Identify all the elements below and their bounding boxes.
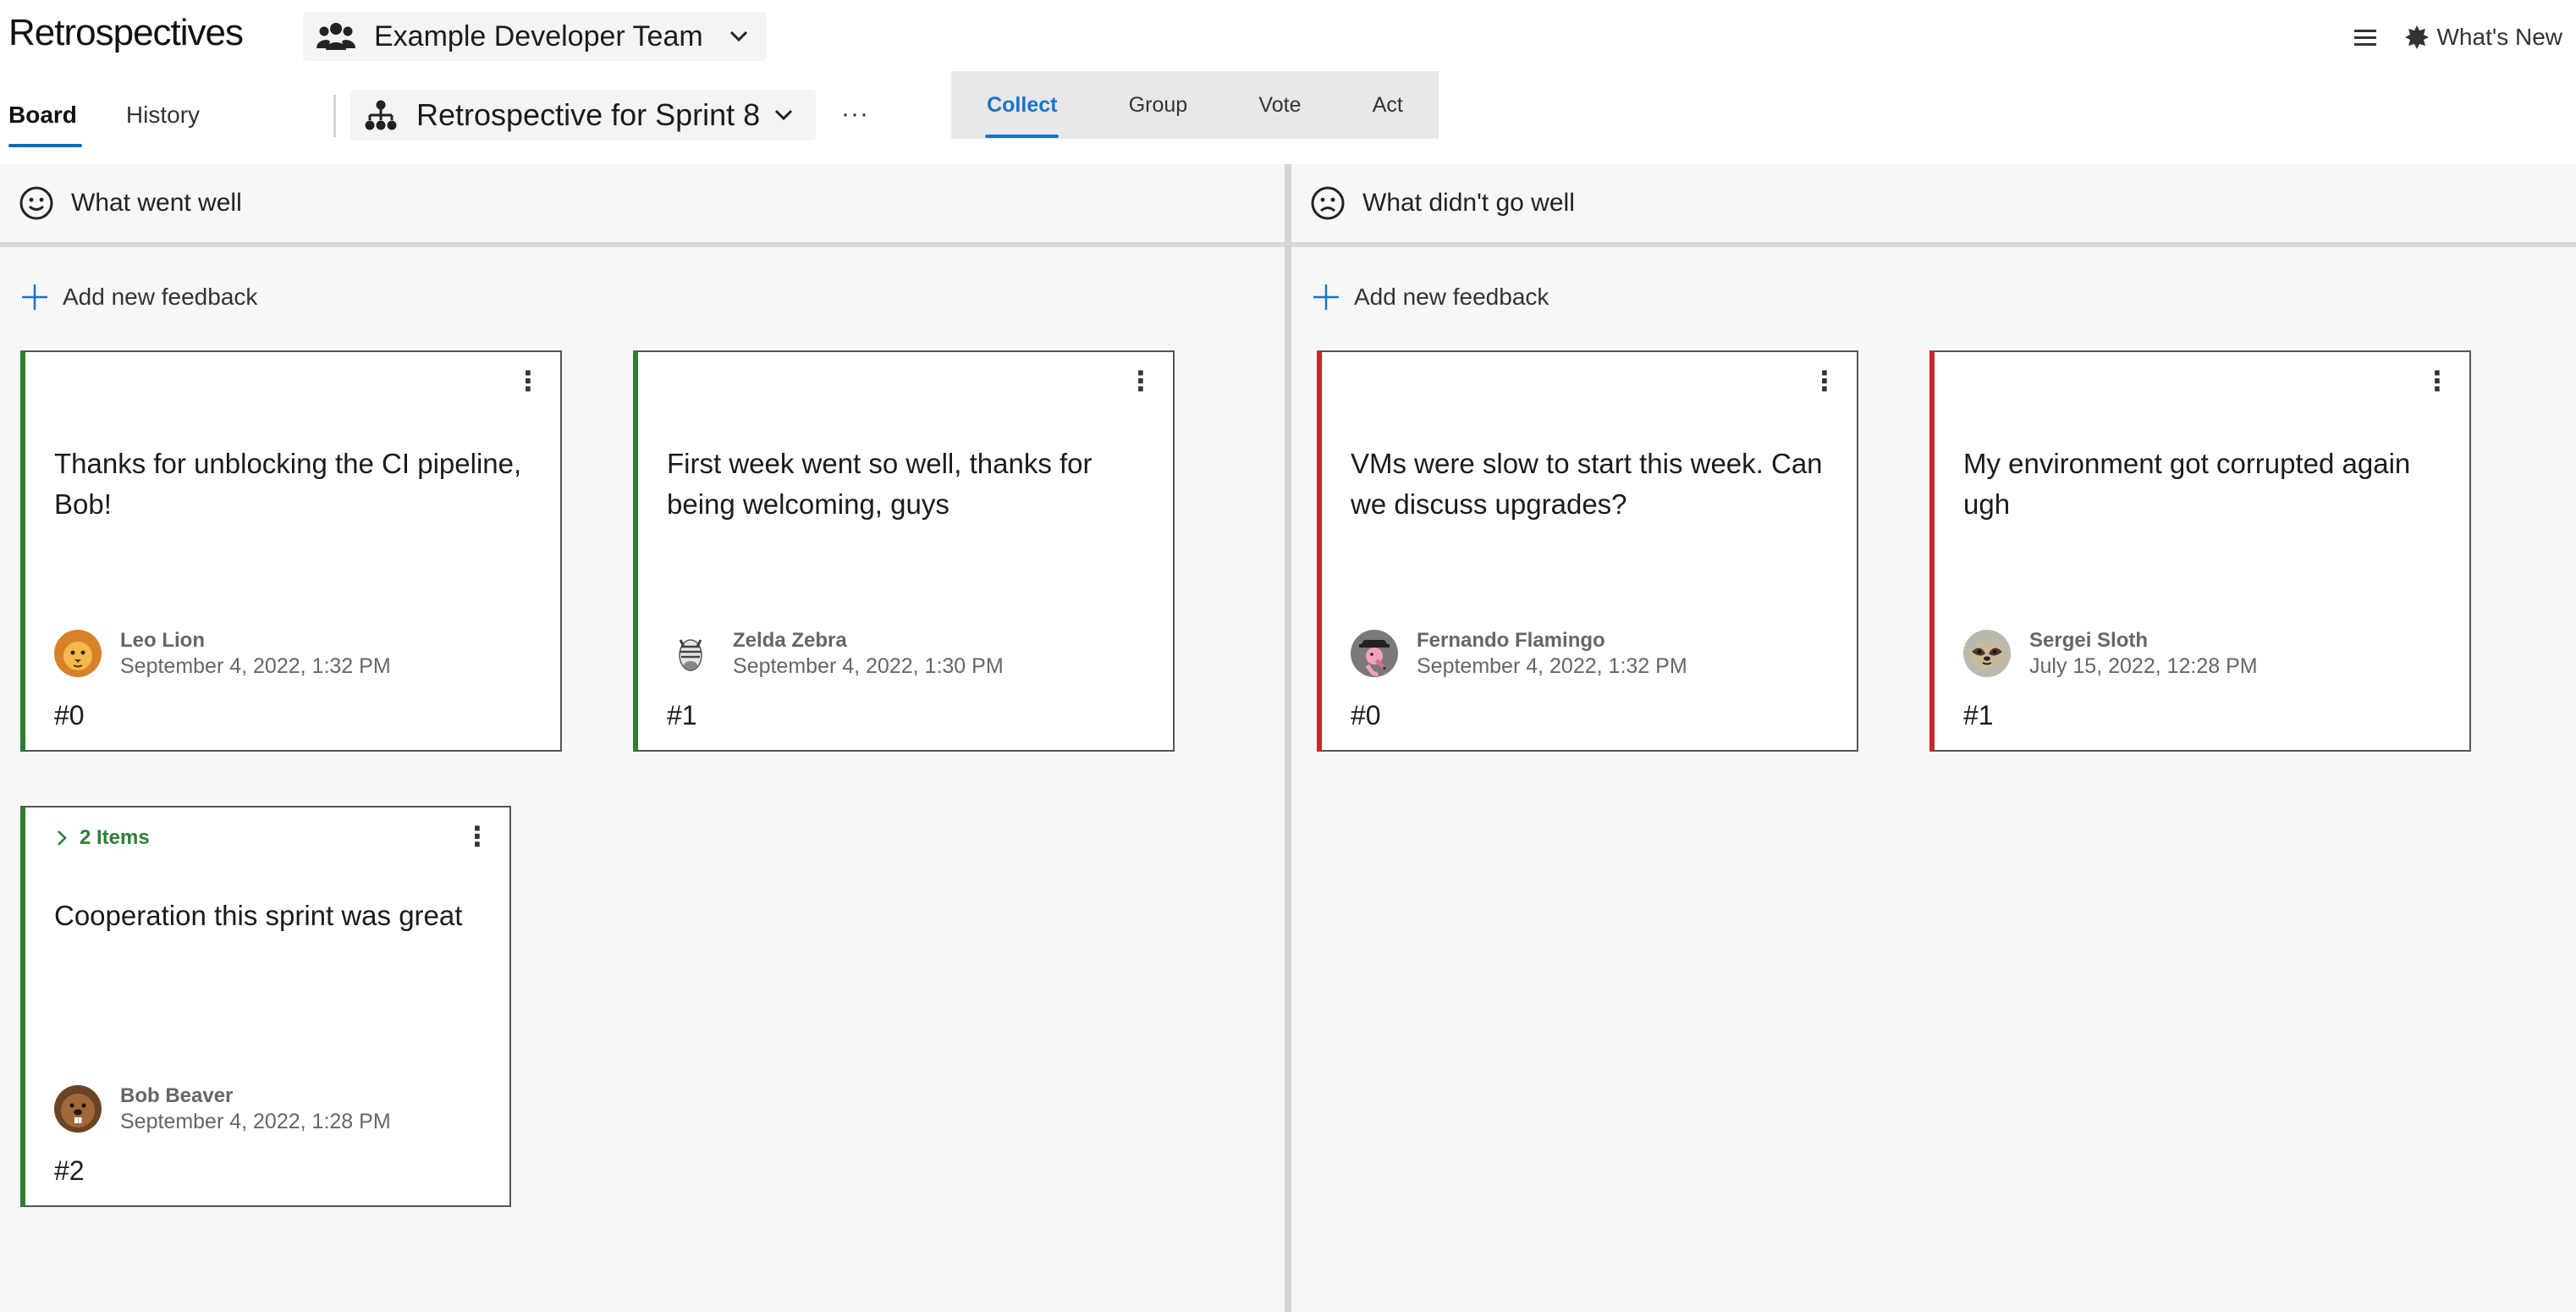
card-number: #2 [54,1155,85,1186]
author-name: Fernando Flamingo [1417,628,1605,652]
card-menu-icon[interactable]: ⋮ [1811,367,1838,394]
feedback-card[interactable]: ⋮ VMs were slow to start this week. Can … [1317,350,1858,752]
card-author: Fernando Flamingo September 4, 2022, 1:3… [1349,628,1687,679]
card-text: My environment got corrupted again ugh [1963,448,2411,520]
feedback-card[interactable]: ⋮ First week went so well, thanks for be… [633,350,1175,752]
sloth-avatar [1962,628,2012,679]
starburst-icon [2404,25,2429,49]
more-options-button[interactable]: ··· [841,100,869,129]
lion-avatar [52,628,103,679]
whats-new-label: What's New [2436,24,2563,50]
tab-history[interactable]: History [126,102,200,147]
card-number: #1 [667,700,697,730]
column-title: What didn't go well [1362,189,1575,217]
hamburger-menu-icon[interactable] [2353,28,2376,47]
tab-group[interactable]: Group [1129,73,1187,138]
chevron-down-icon [775,109,793,121]
phase-tabs: Collect Group Vote Act [951,71,1439,139]
add-feedback-label: Add new feedback [1354,284,1549,310]
card-author: Bob Beaver September 4, 2022, 1:28 PM [52,1083,391,1134]
column-header: What went well [0,164,1285,247]
whats-new-button[interactable]: What's New [2404,24,2563,51]
card-text: Thanks for unblocking the CI pipeline, B… [54,448,522,520]
chevron-down-icon [729,30,747,42]
retrospective-board: What went well Add new feedback ⋮ Thanks… [0,164,2576,1312]
author-name: Zelda Zebra [733,628,847,652]
add-feedback-button[interactable]: Add new feedback [1312,283,1549,311]
group-count: 2 Items [80,826,150,849]
group-expand-toggle[interactable]: 2 Items [56,826,150,850]
author-name: Leo Lion [120,628,205,652]
team-name: Example Developer Team [374,19,703,52]
column-header: What didn't go well [1291,164,2576,247]
board-selector[interactable]: Retrospective for Sprint 8 [350,90,816,141]
card-author: Zelda Zebra September 4, 2022, 1:30 PM [665,628,1004,679]
tab-board[interactable]: Board [8,102,82,147]
card-menu-icon[interactable]: ⋮ [2424,367,2451,394]
feedback-card[interactable]: ⋮ Thanks for unblocking the CI pipeline,… [20,350,562,752]
board-name: Retrospective for Sprint 8 [416,97,761,132]
frown-icon [1311,186,1345,220]
author-name: Bob Beaver [120,1083,234,1107]
header-actions: What's New [2353,24,2563,51]
feedback-card[interactable]: 2 Items ⋮ Cooperation this sprint was gr… [20,806,511,1207]
card-menu-icon[interactable]: ⋮ [1127,367,1154,394]
tab-vote[interactable]: Vote [1258,73,1301,138]
column-divider [1285,164,1291,1312]
add-feedback-label: Add new feedback [63,284,258,310]
card-text: First week went so well, thanks for bein… [667,448,1093,520]
team-icon [316,23,355,50]
card-date: September 4, 2022, 1:32 PM [1417,653,1687,678]
card-text: VMs were slow to start this week. Can we… [1351,448,1823,520]
column-title: What went well [71,189,242,217]
divider [333,95,336,137]
card-date: July 15, 2022, 12:28 PM [2029,653,2258,678]
card-author: Sergei Sloth July 15, 2022, 12:28 PM [1962,628,2258,679]
card-number: #1 [1963,700,1994,730]
feedback-card[interactable]: ⋮ My environment got corrupted again ugh [1929,350,2471,752]
card-author: Leo Lion September 4, 2022, 1:32 PM [52,628,391,679]
smile-icon [19,186,53,220]
tab-act[interactable]: Act [1373,73,1403,138]
card-date: September 4, 2022, 1:30 PM [733,653,1004,678]
zebra-avatar [665,628,716,679]
beaver-avatar [52,1083,103,1134]
view-tabs: Board History [8,102,200,147]
plus-icon [1313,284,1339,310]
card-date: September 4, 2022, 1:32 PM [120,653,391,678]
team-selector[interactable]: Example Developer Team [303,12,767,61]
card-menu-icon[interactable]: ⋮ [464,823,491,850]
card-number: #0 [54,700,85,730]
flamingo-avatar [1349,628,1400,679]
add-feedback-button[interactable]: Add new feedback [20,283,257,311]
card-date: September 4, 2022, 1:28 PM [120,1109,391,1133]
column-didnt-go-well: What didn't go well Add new feedback ⋮ V… [1291,164,2576,1312]
plus-icon [22,284,47,310]
card-text: Cooperation this sprint was great [54,900,463,931]
chevron-right-icon [58,830,67,846]
hierarchy-icon [365,100,397,130]
card-number: #0 [1351,700,1381,730]
app-title: Retrospectives [8,12,244,53]
author-name: Sergei Sloth [2029,628,2149,652]
tab-collect[interactable]: Collect [985,73,1060,138]
card-menu-icon[interactable]: ⋮ [515,367,542,394]
column-went-well: What went well Add new feedback ⋮ Thanks… [0,164,1285,1312]
